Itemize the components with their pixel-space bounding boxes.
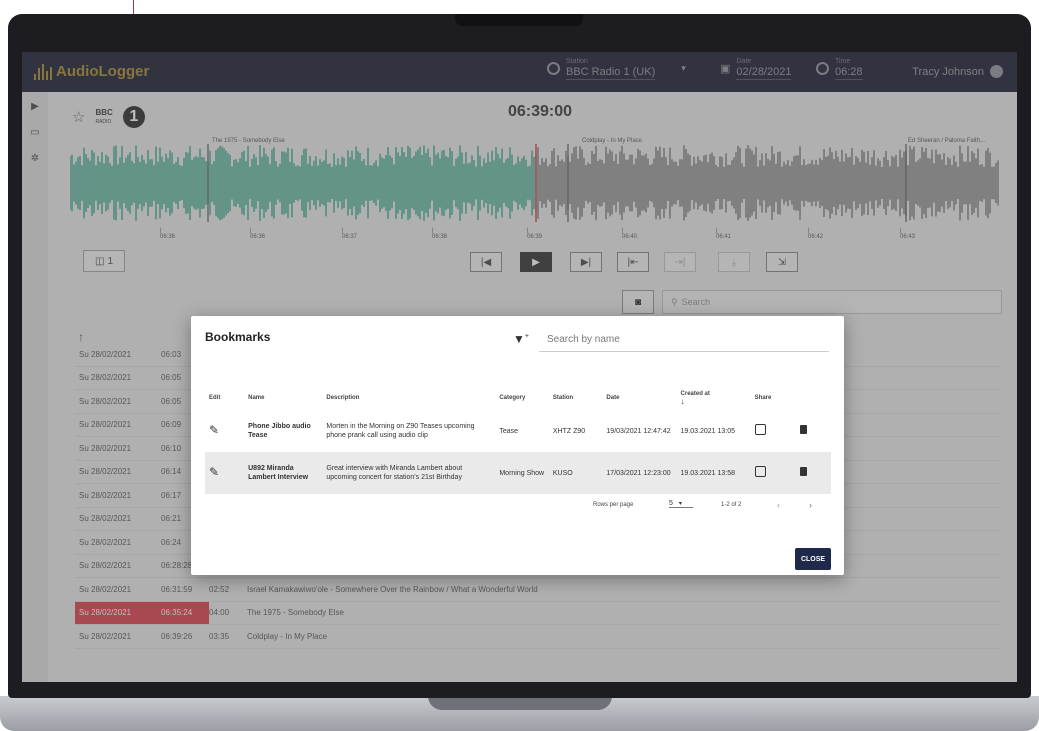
- share-cell: [750, 452, 796, 494]
- column-header-share: Share: [754, 395, 772, 401]
- rows-per-page-select[interactable]: 5 ▾: [669, 500, 693, 508]
- rows-per-page-label: Rows per page: [593, 502, 634, 508]
- column-header-delete: [796, 386, 831, 410]
- bookmarks-table: Edit Name Description Category Station D…: [205, 386, 831, 494]
- share-cell: [751, 410, 796, 452]
- laptop-camera-notch: [455, 14, 583, 26]
- bookmark-search-input[interactable]: Search by name: [539, 328, 829, 352]
- bookmark-category: Tease: [499, 427, 519, 435]
- column-header-category[interactable]: Category: [495, 386, 549, 410]
- page-range: 1-2 of 2: [721, 502, 742, 508]
- filter-add-icon[interactable]: ▼+: [513, 332, 529, 346]
- column-header-created-at[interactable]: Created at ↓: [677, 386, 751, 410]
- bookmark-station: XHTZ Z90: [552, 427, 586, 435]
- prev-page-chevron-icon[interactable]: ‹: [777, 500, 780, 510]
- share-checkbox[interactable]: [754, 466, 766, 477]
- table-row: ✎ Phone Jibbo audio Tease Morten in the …: [205, 410, 831, 452]
- sort-arrow-down-icon: ↓: [680, 396, 685, 406]
- bookmark-search-placeholder: Search by name: [547, 334, 620, 345]
- bookmark-category: Morning Show: [495, 452, 549, 494]
- bookmark-created: 19.03.2021 13:58: [676, 452, 751, 494]
- column-header-description[interactable]: Description: [322, 386, 495, 410]
- share-checkbox[interactable]: [754, 424, 766, 435]
- dialog-title: Bookmarks: [205, 330, 271, 344]
- bookmark-date: 17/03/2021 12:23:00: [602, 452, 677, 494]
- trash-icon[interactable]: [799, 467, 807, 476]
- bookmark-name: Phone Jibbo audio Tease: [248, 423, 311, 439]
- header-dim: [22, 52, 1017, 92]
- laptop-hinge: [428, 696, 612, 710]
- dropdown-arrow-icon: ▾: [678, 501, 682, 507]
- bookmark-date: 19/03/2021 12:47:42: [606, 427, 671, 435]
- bookmark-created: 19.03.2021 13:05: [680, 427, 736, 435]
- bookmark-description: Morten in the Morning on Z90 Teases upco…: [326, 423, 475, 439]
- bookmark-name: U892 Miranda Lambert Interview: [244, 452, 323, 494]
- table-row: ✎ U892 Miranda Lambert Interview Great i…: [205, 452, 831, 494]
- edit-cell: ✎: [205, 410, 244, 452]
- bookmarks-dialog: Bookmarks ▼+ Search by name Edit Name De…: [191, 316, 844, 575]
- edit-cell: ✎: [205, 452, 245, 494]
- column-header-name[interactable]: Name: [244, 386, 322, 410]
- created-at-label: Created at: [680, 390, 710, 397]
- close-button[interactable]: CLOSE: [795, 548, 831, 570]
- rows-per-page-value: 5: [669, 500, 673, 507]
- bookmark-description: Great interview with Miranda Lambert abo…: [322, 452, 496, 494]
- bookmark-station: KUSO: [548, 452, 603, 494]
- trash-icon[interactable]: [799, 425, 807, 434]
- delete-cell: [796, 410, 831, 452]
- next-page-chevron-icon[interactable]: ›: [809, 500, 812, 510]
- delete-cell: [795, 452, 831, 494]
- column-header-date[interactable]: Date: [602, 386, 676, 410]
- pencil-icon[interactable]: ✎: [209, 465, 219, 479]
- pencil-icon[interactable]: ✎: [209, 423, 219, 437]
- column-header-station[interactable]: Station: [549, 386, 603, 410]
- column-header-edit: Edit: [209, 395, 221, 401]
- table-header-row: Edit Name Description Category Station D…: [205, 386, 831, 410]
